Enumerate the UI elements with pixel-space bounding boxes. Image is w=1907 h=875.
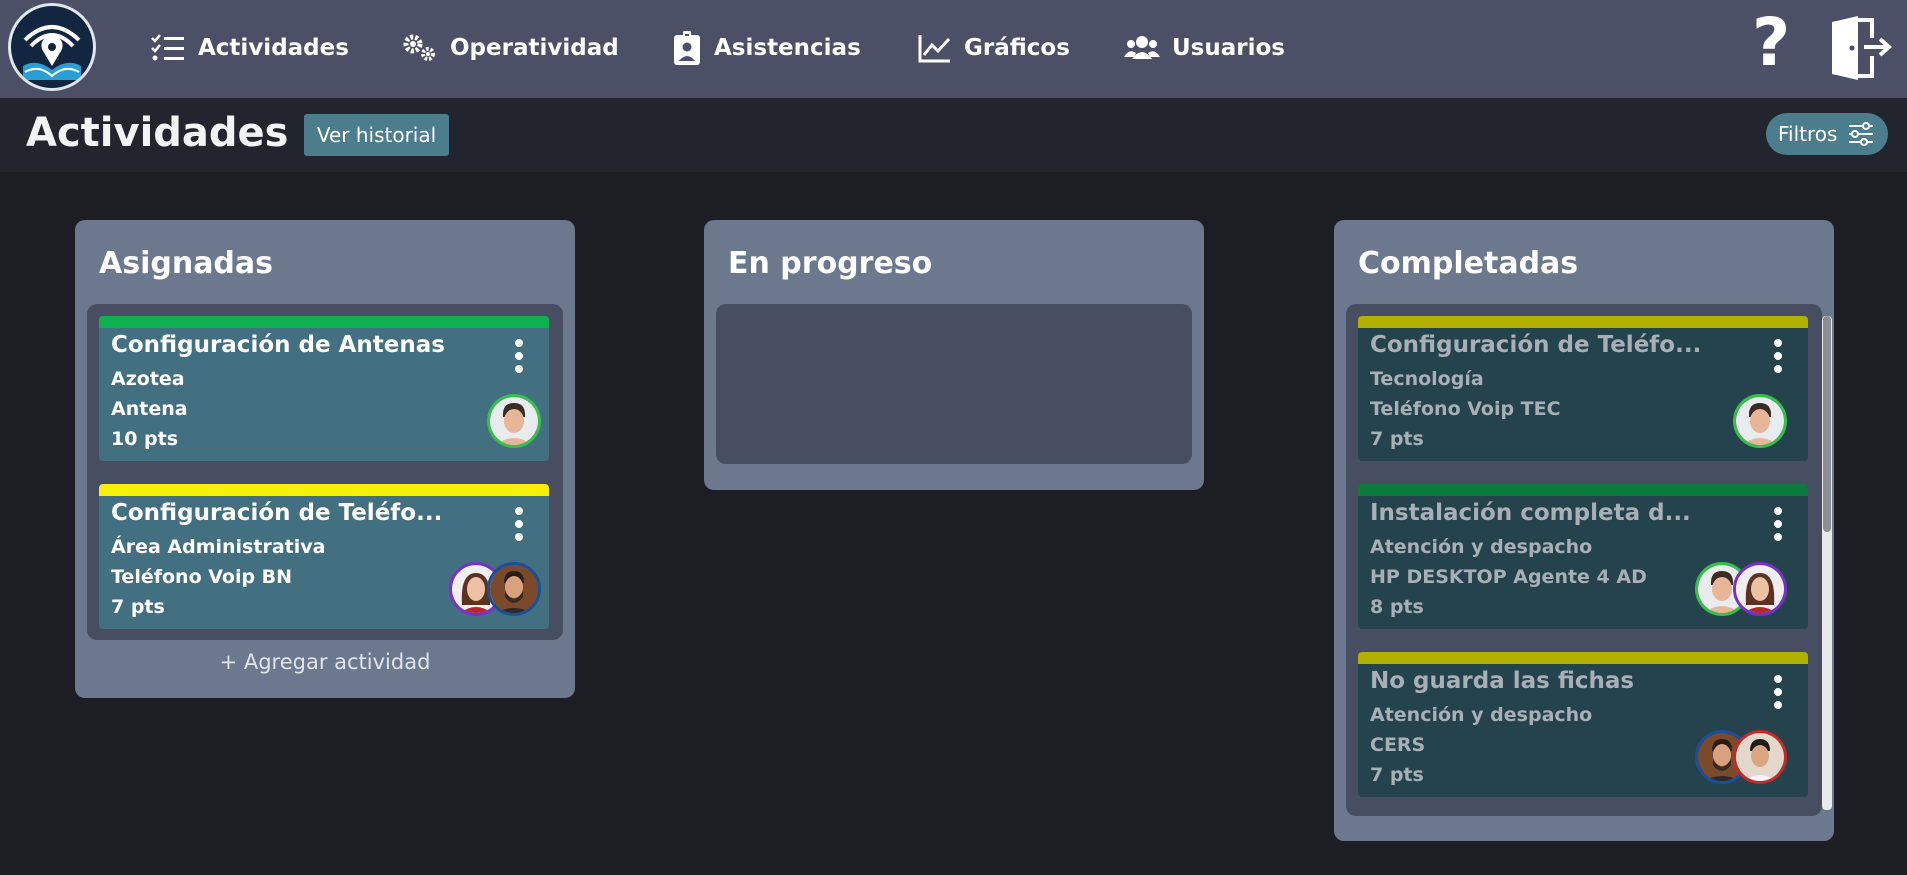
card-area: Azotea [111,368,185,390]
activity-card[interactable]: Configuración de Teléfo... Tecnología Te… [1358,316,1808,461]
nav-item-graficos[interactable]: Gráficos [918,28,1070,68]
page-header: Actividades Ver historial Filtros [0,98,1907,172]
page-title: Actividades [26,110,289,156]
nav-label: Actividades [198,35,349,61]
more-vertical-icon[interactable] [1771,674,1785,710]
column-title: Completadas [1358,246,1579,281]
nav-item-actividades[interactable]: Actividades [150,28,349,68]
id-badge-icon [674,31,700,65]
card-status-bar [1358,316,1808,328]
card-area: Atención y despacho [1370,704,1593,726]
scrollbar[interactable] [1822,316,1832,810]
filters-button[interactable]: Filtros [1766,113,1888,155]
column-title: Asignadas [99,246,274,281]
activity-card[interactable]: Instalación completa d... Atención y des… [1358,484,1808,629]
top-navbar: Actividades Operatividad Asistencias Grá… [0,0,1907,98]
column-title: En progreso [728,246,933,281]
avatar[interactable] [487,394,541,448]
activity-card[interactable]: No guarda las fichas Atención y despacho… [1358,652,1808,797]
card-points: 8 pts [1370,596,1424,618]
card-points: 7 pts [111,596,165,618]
card-device: CERS [1370,734,1426,756]
more-vertical-icon[interactable] [1771,506,1785,542]
column-card-list [716,304,1192,464]
card-device: Teléfono Voip BN [111,566,293,588]
column-card-list: Configuración de Teléfo... Tecnología Te… [1346,304,1832,816]
card-area: Tecnología [1370,368,1484,390]
nav-item-asistencias[interactable]: Asistencias [672,28,861,68]
avatar[interactable] [1733,394,1787,448]
card-title: No guarda las fichas [1370,668,1635,694]
gears-icon [403,34,435,61]
card-status-bar [1358,484,1808,496]
app-logo[interactable] [8,3,96,91]
help-icon[interactable]: ? [1752,10,1790,76]
card-status-bar [99,484,549,496]
column-en-progreso: En progreso [704,220,1204,490]
column-card-list: Configuración de Antenas Azotea Antena 1… [87,304,563,640]
nav-item-operatividad[interactable]: Operatividad [402,28,619,68]
users-icon [1124,36,1160,59]
sliders-icon [1849,122,1874,146]
nav-item-usuarios[interactable]: Usuarios [1124,28,1285,68]
card-title: Configuración de Teléfo... [1370,332,1702,358]
scrollbar-thumb[interactable] [1823,316,1831,532]
add-activity-button[interactable]: + Agregar actividad [75,650,575,674]
activity-card[interactable]: Configuración de Teléfo... Área Administ… [99,484,549,629]
more-vertical-icon[interactable] [512,506,526,542]
card-device: HP DESKTOP Agente 4 AD [1370,566,1647,588]
avatar[interactable] [487,562,541,616]
card-device: Teléfono Voip TEC [1370,398,1561,420]
card-status-bar [1358,652,1808,664]
avatar[interactable] [1733,562,1787,616]
avatar[interactable] [1733,730,1787,784]
card-title: Configuración de Teléfo... [111,500,443,526]
card-area: Atención y despacho [1370,536,1593,558]
nav-label: Asistencias [714,35,861,61]
line-chart-icon [918,35,951,63]
nav-label: Operatividad [450,35,619,61]
card-status-bar [99,316,549,328]
nav-label: Usuarios [1172,35,1285,61]
card-points: 10 pts [111,428,179,450]
card-device: Antena [111,398,188,420]
logout-icon[interactable] [1828,14,1894,86]
card-title: Configuración de Antenas [111,332,445,358]
filters-label: Filtros [1778,122,1838,146]
checklist-icon [151,34,184,61]
card-area: Área Administrativa [111,536,326,558]
card-points: 7 pts [1370,764,1424,786]
nav-label: Gráficos [964,35,1070,61]
card-points: 7 pts [1370,428,1424,450]
activity-card[interactable]: Configuración de Antenas Azotea Antena 1… [99,316,549,461]
history-button[interactable]: Ver historial [304,114,449,156]
more-vertical-icon[interactable] [1771,338,1785,374]
card-title: Instalación completa d... [1370,500,1691,526]
column-asignadas: Asignadas Configuración de Antenas Azote… [75,220,575,698]
more-vertical-icon[interactable] [512,338,526,374]
column-completadas: Completadas Configuración de Teléfo... T… [1334,220,1834,841]
